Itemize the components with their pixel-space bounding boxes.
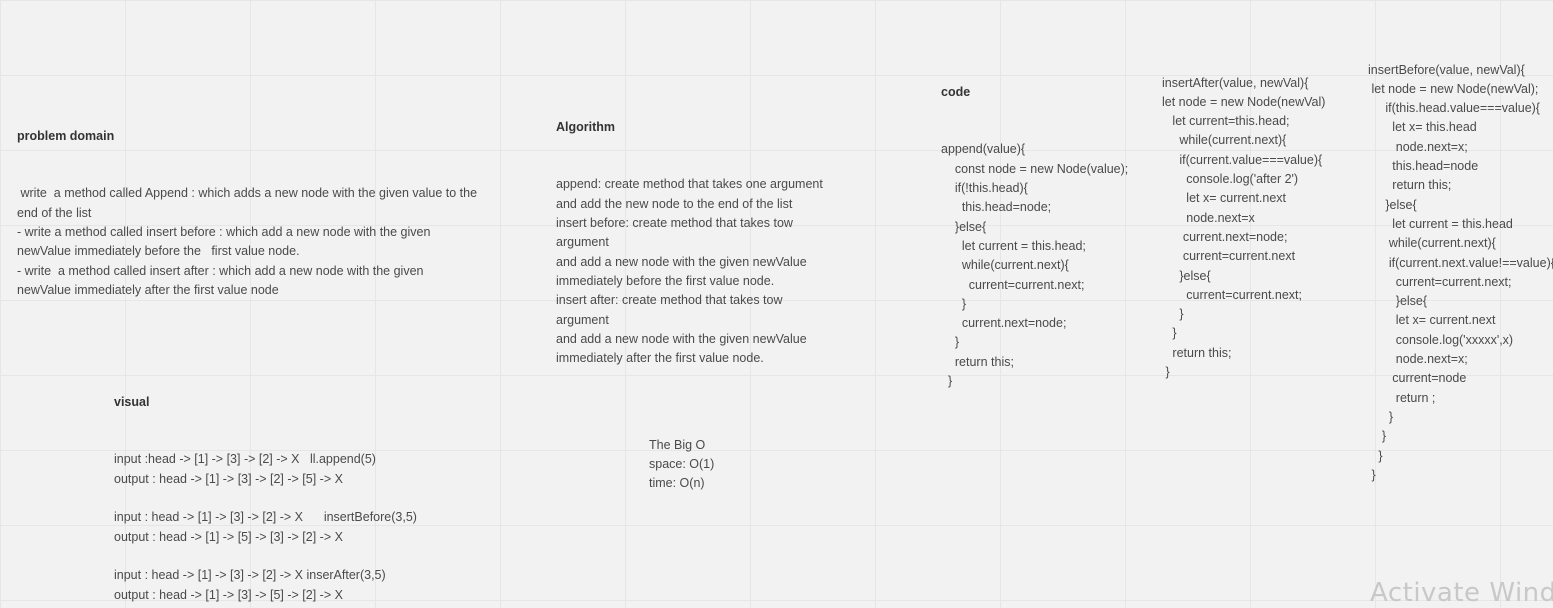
insert-before-code-line: current=node [1368,371,1467,386]
problem-domain-heading: problem domain [17,128,115,143]
big-o-line: space: O(1) [649,456,715,471]
visual-line: output : head -> [1] -> [5] -> [3] -> [2… [114,529,343,544]
problem-domain-line: write a method called Append : which add… [17,186,478,201]
algorithm-line: append: create method that takes one arg… [556,177,823,192]
code-line: }else{ [941,219,987,234]
code-line: append(value){ [941,142,1026,157]
insert-before-code-note[interactable]: insertBefore(value, newVal){ let node = … [1368,22,1553,485]
insert-before-code-line: }else{ [1368,294,1428,309]
algorithm-line: immediately after the first value node. [556,351,764,366]
algorithm-line: and add a new node with the given newVal… [556,331,807,346]
insert-after-code-note[interactable]: insertAfter(value, newVal){ let node = ne… [1162,35,1325,382]
problem-domain-line: end of the list [17,205,92,220]
insert-before-code-line: insertBefore(value, newVal){ [1368,62,1525,77]
insert-before-code-line: return this; [1368,178,1452,193]
insert-after-code-line: if(current.value===value){ [1162,152,1323,167]
whiteboard-canvas[interactable]: problem domain write a method called App… [0,0,1553,608]
code-line: const node = new Node(value); [941,161,1129,176]
algorithm-line: insert before: create method that takes … [556,216,793,231]
append-code-note[interactable]: code append(value){ const node = new Nod… [941,44,1128,391]
big-o-note[interactable]: The Big O space: O(1) time: O(n) [649,397,714,493]
algorithm-line: insert after: create method that takes t… [556,293,783,308]
insert-before-code-line: let node = new Node(newVal); [1368,81,1539,96]
visual-line: input : head -> [1] -> [3] -> [2] -> X i… [114,568,386,583]
insert-after-code-line: return this; [1162,345,1232,360]
insert-after-code-line: current=current.next; [1162,287,1302,302]
insert-before-code-line: let x= this.head [1368,120,1477,135]
insert-after-code-line: let node = new Node(newVal) [1162,94,1326,109]
algorithm-line: argument [556,312,609,327]
insert-before-code-line: return ; [1368,390,1436,405]
insert-before-code-line: } [1368,467,1376,482]
visual-heading: visual [114,394,150,409]
insert-before-code-line: }else{ [1368,197,1417,212]
insert-before-code-line: let current = this.head [1368,216,1513,231]
insert-after-code-line: console.log('after 2') [1162,172,1299,187]
problem-domain-line: - write a method called insert after : w… [17,263,424,278]
insert-before-code-line: while(current.next){ [1368,236,1496,251]
insert-after-code-line: } [1162,326,1177,341]
insert-before-code-line: this.head=node [1368,159,1479,174]
insert-before-code-line: current=current.next; [1368,274,1512,289]
insert-after-code-line: let x= current.next [1162,191,1287,206]
insert-after-code-line: current.next=node; [1162,229,1288,244]
insert-before-code-line: node.next=x; [1368,352,1468,367]
visual-line: input : head -> [1] -> [3] -> [2] -> X i… [114,510,417,525]
insert-after-code-line: let current=this.head; [1162,114,1290,129]
algorithm-line: and add a new node with the given newVal… [556,254,807,269]
code-line: } [941,374,953,389]
algorithm-line: immediately before the first value node. [556,273,775,288]
problem-domain-line: - write a method called insert before : … [17,225,431,240]
activate-windows-watermark: Activate Windows [1370,578,1553,608]
visual-line: output : head -> [1] -> [3] -> [2] -> [5… [114,471,343,486]
insert-after-code-line: } [1162,365,1170,380]
insert-after-code-line: } [1162,307,1184,322]
insert-before-code-line: if(current.next.value!==value){ [1368,255,1553,270]
insert-before-code-line: } [1368,429,1387,444]
problem-domain-line: newValue immediately before the first va… [17,244,300,259]
visual-line: input :head -> [1] -> [3] -> [2] -> X ll… [114,452,376,467]
algorithm-line: and add the new node to the end of the l… [556,196,793,211]
visual-line: output : head -> [1] -> [3] -> [5] -> [2… [114,587,343,602]
code-line: current.next=node; [941,316,1067,331]
problem-domain-line: newValue immediately after the first val… [17,282,279,297]
code-line: while(current.next){ [941,258,1069,273]
insert-before-code-line: } [1368,448,1383,463]
insert-before-code-line: } [1368,409,1394,424]
visual-line [114,547,417,566]
visual-note[interactable]: visual input :head -> [1] -> [3] -> [2] … [114,354,417,605]
code-line: } [941,296,967,311]
insert-after-code-line: }else{ [1162,268,1211,283]
code-line: } [941,335,960,350]
insert-before-code-line: console.log('xxxxx',x) [1368,332,1514,347]
algorithm-note[interactable]: Algorithm append: create method that tak… [556,79,823,368]
insert-after-code-line: insertAfter(value, newVal){ [1162,75,1309,90]
insert-before-code-line: if(this.head.value===value){ [1368,101,1540,116]
code-line: return this; [941,354,1014,369]
insert-after-code-line: current=current.next [1162,249,1296,264]
algorithm-heading: Algorithm [556,119,616,134]
code-line: this.head=node; [941,200,1052,215]
insert-after-code-line: node.next=x [1162,210,1255,225]
code-heading: code [941,84,971,99]
visual-line [114,489,417,508]
algorithm-line: argument [556,235,609,250]
insert-before-code-line: node.next=x; [1368,139,1468,154]
big-o-line: time: O(n) [649,476,705,491]
code-line: if(!this.head){ [941,181,1028,196]
insert-after-code-line: while(current.next){ [1162,133,1287,148]
insert-before-code-line: let x= current.next [1368,313,1496,328]
code-line: current=current.next; [941,277,1085,292]
problem-domain-note[interactable]: problem domain write a method called App… [17,88,477,300]
code-line: let current = this.head; [941,238,1086,253]
big-o-line: The Big O [649,437,706,452]
